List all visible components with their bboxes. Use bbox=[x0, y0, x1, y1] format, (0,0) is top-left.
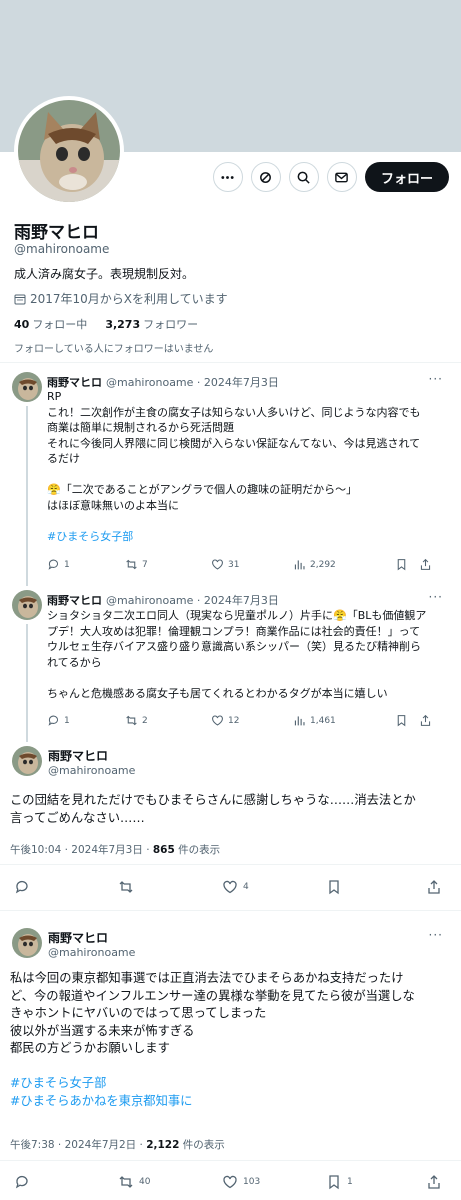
more-button[interactable] bbox=[212, 162, 243, 192]
author-name[interactable]: 雨野マヒロ bbox=[48, 747, 108, 764]
profile-stats: 40 フォロー中 3,273 フォロワー bbox=[14, 316, 198, 332]
share-icon bbox=[428, 1175, 440, 1189]
calendar-icon bbox=[14, 294, 26, 304]
share-icon bbox=[420, 714, 431, 726]
joined-text: 2017年10月からXを利用しています bbox=[30, 292, 228, 306]
tweet-text: 私は今回の東京都知事選では正直消去法でひまそらあかね支持だったけ ど、今の報道や… bbox=[10, 970, 458, 1110]
chart-icon bbox=[294, 716, 305, 726]
share-icon bbox=[420, 558, 431, 570]
bookmark-icon bbox=[329, 1175, 339, 1190]
tweet-header: 雨野マヒロ @mahironoame · 2024年7月3日 bbox=[47, 376, 279, 389]
retweet-icon bbox=[126, 715, 137, 726]
reply-icon bbox=[15, 1175, 28, 1189]
search-button[interactable] bbox=[288, 162, 319, 192]
heart-icon bbox=[223, 880, 237, 894]
share-button[interactable] bbox=[426, 879, 442, 895]
tweet-header: 雨野マヒロ @mahironoame · 2024年7月3日 bbox=[47, 594, 279, 607]
tweet-avatar[interactable] bbox=[12, 590, 42, 620]
like-button[interactable]: 12 bbox=[211, 714, 293, 727]
hashtag-link[interactable]: #ひまそら女子部 bbox=[10, 1075, 458, 1093]
profile-avatar[interactable] bbox=[14, 96, 124, 206]
tweet-timestamp: 午後7:38 · 2024年7月2日 · 2,122 件の表示 bbox=[10, 1139, 225, 1151]
tweet-text: RP これ！二次創作が主食の腐女子は知らない人多いけど、同じような内容でも 商業… bbox=[47, 389, 447, 544]
tweet-avatar[interactable] bbox=[12, 746, 42, 776]
views-button[interactable]: 2,292 bbox=[293, 558, 395, 571]
tweet-avatar[interactable] bbox=[12, 928, 42, 958]
tweet-avatar[interactable] bbox=[12, 372, 42, 402]
divider bbox=[0, 1160, 461, 1161]
divider bbox=[0, 864, 461, 865]
reply-button[interactable] bbox=[14, 879, 118, 895]
author-handle[interactable]: @mahironoame bbox=[48, 946, 135, 959]
followers-note: フォローしている人にフォロワーはいません bbox=[14, 344, 214, 355]
divider bbox=[0, 910, 461, 911]
share-button[interactable] bbox=[419, 714, 432, 727]
author-handle[interactable]: @mahironoame bbox=[48, 764, 135, 777]
tweet-text: この団結を見れただけでもひまそらさんに感謝しちゃうな……消去法とか 言ってごめん… bbox=[10, 793, 416, 825]
bookmark-icon bbox=[397, 559, 406, 571]
retweet-button[interactable]: 2 bbox=[125, 714, 211, 727]
profile-actions: フォロー bbox=[212, 162, 449, 192]
retweet-icon bbox=[119, 1176, 133, 1188]
heart-icon bbox=[223, 1175, 237, 1189]
more-icon[interactable]: ··· bbox=[429, 372, 443, 386]
mail-icon bbox=[335, 172, 349, 182]
heart-icon bbox=[212, 559, 223, 570]
reply-button[interactable] bbox=[14, 1174, 118, 1190]
bookmark-icon bbox=[329, 880, 339, 895]
reply-icon bbox=[48, 559, 59, 570]
reply-icon bbox=[15, 880, 28, 894]
bookmark-icon bbox=[397, 715, 406, 727]
hashtag-link[interactable]: #ひまそらあかねを東京都知事に bbox=[10, 1093, 458, 1111]
retweet-button[interactable] bbox=[118, 879, 222, 895]
thread-line bbox=[26, 624, 28, 742]
profile-bio: 成人済み腐女子。表現規制反対。 bbox=[14, 267, 195, 281]
reply-button[interactable]: 1 bbox=[47, 714, 125, 727]
grok-icon bbox=[260, 171, 272, 183]
tweet-metrics: 1 2 12 1,461 bbox=[47, 714, 447, 727]
profile-joined: 2017年10月からXを利用しています bbox=[14, 290, 228, 307]
followers-link[interactable]: 3,273 フォロワー bbox=[105, 316, 198, 332]
views-button[interactable]: 1,461 bbox=[293, 714, 395, 727]
author-name[interactable]: 雨野マヒロ bbox=[48, 929, 108, 946]
thread-line bbox=[26, 406, 28, 586]
more-icon[interactable]: ··· bbox=[429, 590, 443, 604]
reply-icon bbox=[48, 715, 59, 726]
divider bbox=[0, 362, 461, 363]
hashtag-link[interactable]: #ひまそら女子部 bbox=[47, 529, 447, 545]
heart-icon bbox=[212, 715, 223, 726]
more-icon bbox=[221, 175, 235, 179]
tweet-actions: 40 103 1 bbox=[14, 1174, 454, 1190]
share-button[interactable] bbox=[419, 558, 432, 571]
bookmark-button[interactable] bbox=[395, 558, 419, 571]
profile-handle: @mahironoame bbox=[14, 242, 110, 256]
retweet-button[interactable]: 7 bbox=[125, 558, 211, 571]
bookmark-button[interactable] bbox=[326, 879, 426, 895]
grok-button[interactable] bbox=[250, 162, 281, 192]
share-icon bbox=[428, 880, 440, 894]
reply-button[interactable]: 1 bbox=[47, 558, 125, 571]
tweet-text: ショタショタ二次エロ同人（現実なら児童ポルノ）片手に😤「BLも価値観ア プデ！大… bbox=[47, 609, 427, 700]
following-link[interactable]: 40 フォロー中 bbox=[14, 316, 87, 332]
retweet-icon bbox=[119, 881, 133, 893]
profile-name: 雨野マヒロ bbox=[14, 223, 99, 243]
like-button[interactable]: 31 bbox=[211, 558, 293, 571]
follow-button[interactable]: フォロー bbox=[364, 162, 449, 192]
tweet-metrics: 1 7 31 2,292 bbox=[47, 558, 447, 571]
retweet-button[interactable]: 40 bbox=[118, 1174, 222, 1190]
like-button[interactable]: 4 bbox=[222, 879, 326, 895]
retweet-icon bbox=[126, 559, 137, 570]
search-icon bbox=[298, 171, 311, 184]
share-button[interactable] bbox=[426, 1174, 442, 1190]
message-button[interactable] bbox=[326, 162, 357, 192]
tweet-timestamp: 午後10:04 · 2024年7月3日 · 865 件の表示 bbox=[10, 844, 221, 856]
chart-icon bbox=[294, 560, 305, 570]
bookmark-button[interactable] bbox=[395, 714, 419, 727]
more-icon[interactable]: ··· bbox=[429, 928, 443, 942]
tweet-actions: 4 bbox=[14, 879, 454, 895]
like-button[interactable]: 103 bbox=[222, 1174, 326, 1190]
bookmark-button[interactable]: 1 bbox=[326, 1174, 426, 1190]
